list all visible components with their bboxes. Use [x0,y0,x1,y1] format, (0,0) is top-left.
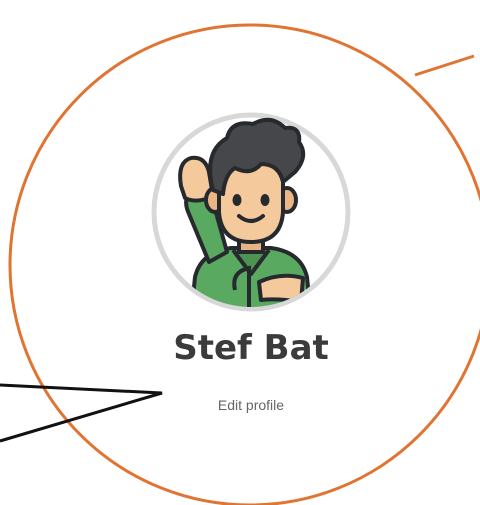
cartoon-boy-avatar-icon [151,112,351,312]
callout-pointer-wedge [0,383,163,443]
avatar[interactable] [151,112,351,312]
edit-profile-link[interactable]: Edit profile [176,397,326,413]
profile-name: Stef Bat [173,328,329,368]
callout-pointer-line-top-right [414,54,475,77]
